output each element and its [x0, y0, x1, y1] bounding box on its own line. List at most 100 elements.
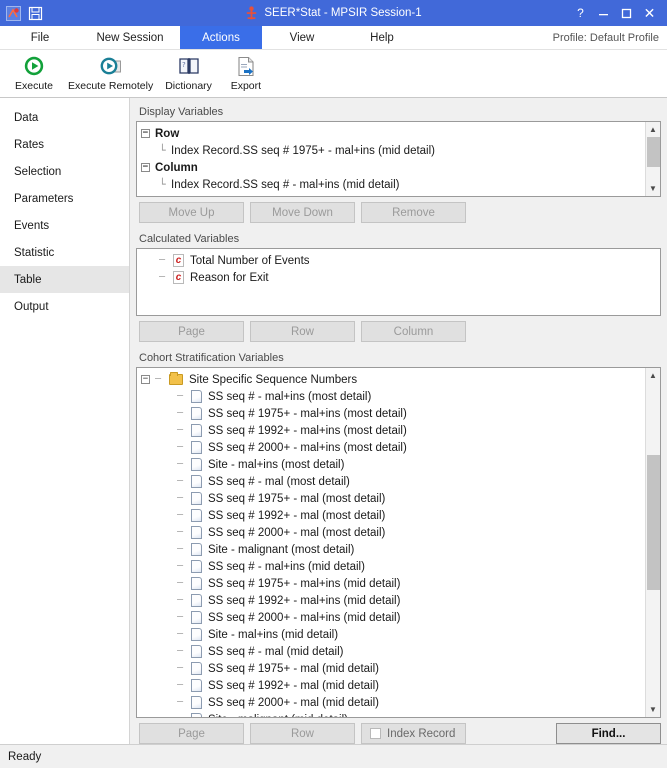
scrollbar-track[interactable] [646, 383, 661, 702]
tree-connector-icon: ─ [177, 561, 191, 572]
cohort-list-item[interactable]: ─SS seq # 2000+ - mal+ins (most detail) [137, 439, 645, 456]
column-button[interactable]: Column [361, 321, 466, 342]
scroll-down-icon[interactable]: ▼ [646, 702, 661, 717]
menu-tab-actions[interactable]: Actions [180, 26, 262, 49]
variable-document-icon [191, 594, 202, 607]
minimize-icon[interactable] [592, 1, 615, 25]
cohort-list-item[interactable]: ─SS seq # 1992+ - mal (mid detail) [137, 677, 645, 694]
seerstat-icon[interactable] [4, 4, 22, 22]
cohort-list-item[interactable]: ─Site - mal+ins (most detail) [137, 456, 645, 473]
save-icon[interactable] [26, 4, 44, 22]
list-item[interactable]: ─ c Reason for Exit [137, 269, 660, 286]
cohort-list-item[interactable]: ─ SS seq # 2000+ - mal (most detail) [137, 524, 645, 541]
cohort-list-item[interactable]: ─SS seq # 1975+ - mal (mid detail) [137, 660, 645, 677]
cohort-list-item[interactable]: ─SS seq # 1975+ - mal+ins (mid detail) [137, 575, 645, 592]
move-up-button[interactable]: Move Up [139, 202, 244, 223]
cohort-list-item[interactable]: ─SS seq # 1975+ - mal (most detail) [137, 490, 645, 507]
menu-tab-file[interactable]: File [0, 26, 80, 49]
cohort-list-item[interactable]: ─Site - malignant (mid detail) [137, 711, 645, 717]
tree-connector-icon: ─ [177, 493, 191, 504]
sidebar-item-table[interactable]: Table [0, 266, 129, 293]
move-down-button[interactable]: Move Down [250, 202, 355, 223]
folder-icon [169, 374, 183, 385]
help-icon[interactable]: ? [569, 1, 592, 25]
tree-leaf-row[interactable]: └ Index Record.SS seq # 1975+ - mal+ins … [137, 142, 645, 159]
cohort-item-label: SS seq # 1975+ - mal (mid detail) [208, 663, 379, 675]
window-title-group: SEER*Stat - MPSIR Session-1 [0, 6, 667, 21]
maximize-icon[interactable] [615, 1, 638, 25]
cohort-list-item[interactable]: ─SS seq # - mal+ins (most detail) [137, 388, 645, 405]
scroll-down-icon[interactable]: ▼ [646, 181, 661, 196]
sidebar-item-rates[interactable]: Rates [0, 131, 129, 158]
variable-document-icon [191, 577, 202, 590]
checkbox-box-icon[interactable] [370, 728, 381, 739]
menu-tab-view[interactable]: View [262, 26, 342, 49]
cohort-list-item[interactable]: ─Site - mal+ins (mid detail) [137, 626, 645, 643]
scrollbar-track[interactable] [646, 137, 661, 181]
cohort-list-item[interactable]: ─SS seq # - mal (most detail) [137, 473, 645, 490]
cohort-list-item[interactable]: ─SS seq # 1992+ - mal+ins (mid detail) [137, 592, 645, 609]
cohort-list-item[interactable]: ─SS seq # 1992+ - mal (most detail) [137, 507, 645, 524]
menu-tab-new-session[interactable]: New Session [80, 26, 180, 49]
tree-connector-icon: ─ [177, 527, 191, 538]
scroll-up-icon[interactable]: ▲ [646, 122, 661, 137]
execute-label: Execute [15, 80, 53, 92]
tree-node-row[interactable]: − Row [137, 125, 645, 142]
remove-button[interactable]: Remove [361, 202, 466, 223]
index-record-checkbox[interactable]: Index Record [361, 723, 466, 744]
page-button[interactable]: Page [139, 321, 244, 342]
tree-connector-icon: ─ [177, 459, 191, 470]
execute-remotely-button[interactable]: Execute Remotely [62, 54, 159, 94]
cohort-page-button[interactable]: Page [139, 723, 244, 744]
tree-node-column[interactable]: − Column [137, 159, 645, 176]
execute-button[interactable]: Execute [6, 54, 62, 94]
list-item[interactable]: ─ c Total Number of Events [137, 252, 660, 269]
cohort-list-item[interactable]: ─SS seq # 1992+ - mal+ins (most detail) [137, 422, 645, 439]
cohort-item-label: Site - malignant (most detail) [208, 544, 354, 556]
sidebar-item-parameters[interactable]: Parameters [0, 185, 129, 212]
sidebar-item-output[interactable]: Output [0, 293, 129, 320]
cohort-stratification-buttons: Page Row Index Record Find... [136, 718, 661, 744]
cohort-list-item[interactable]: ─SS seq # 2000+ - mal (mid detail) [137, 694, 645, 711]
collapse-icon[interactable]: − [141, 375, 150, 384]
scroll-up-icon[interactable]: ▲ [646, 368, 661, 383]
display-variables-listbox[interactable]: − Row └ Index Record.SS seq # 1975+ - ma… [136, 121, 661, 197]
cohort-row-button[interactable]: Row [250, 723, 355, 744]
toolbar: Execute Execute Remotely ? Dictionary [0, 50, 667, 98]
cohort-item-label: SS seq # 1992+ - mal+ins (most detail) [208, 425, 407, 437]
scrollbar-vertical[interactable]: ▲ ▼ [645, 122, 660, 196]
sidebar-item-data[interactable]: Data [0, 104, 129, 131]
cohort-list-item[interactable]: ─Site - malignant (most detail) [137, 541, 645, 558]
sidebar-item-statistic[interactable]: Statistic [0, 239, 129, 266]
scrollbar-thumb[interactable] [647, 137, 660, 167]
collapse-icon[interactable]: − [141, 163, 150, 172]
cohort-list-item[interactable]: ─SS seq # - mal+ins (mid detail) [137, 558, 645, 575]
tree-connector-icon: ─ [177, 612, 191, 623]
calculated-variables-listbox[interactable]: ─ c Total Number of Events ─ c Reason fo… [136, 248, 661, 316]
scrollbar-thumb[interactable] [647, 455, 660, 590]
calculated-variable-label: Total Number of Events [190, 255, 310, 267]
cohort-root-row[interactable]: −─Site Specific Sequence Numbers [137, 371, 645, 388]
status-bar: Ready [0, 744, 667, 768]
sidebar-item-selection[interactable]: Selection [0, 158, 129, 185]
calculated-variable-icon: c [173, 271, 184, 284]
cohort-item-label: SS seq # 2000+ - mal (most detail) [208, 527, 385, 539]
cohort-list-item[interactable]: ─SS seq # 1975+ - mal+ins (most detail) [137, 405, 645, 422]
export-button[interactable]: Export [218, 54, 274, 94]
cohort-stratification-listbox[interactable]: −─Site Specific Sequence Numbers─SS seq … [136, 367, 661, 718]
variable-document-icon [191, 492, 202, 505]
cohort-list-item[interactable]: ─SS seq # - mal (mid detail) [137, 643, 645, 660]
cohort-list-item[interactable]: ─SS seq # 2000+ - mal+ins (mid detail) [137, 609, 645, 626]
cohort-item-label: Site - mal+ins (mid detail) [208, 629, 338, 641]
tree-connector-icon: ─ [155, 374, 169, 385]
dictionary-button[interactable]: ? Dictionary [159, 54, 218, 94]
find-button[interactable]: Find... [556, 723, 661, 744]
sidebar-item-events[interactable]: Events [0, 212, 129, 239]
tree-leaf-label: Index Record.SS seq # - mal+ins (mid det… [171, 179, 400, 191]
menu-tab-help[interactable]: Help [342, 26, 422, 49]
collapse-icon[interactable]: − [141, 129, 150, 138]
row-button[interactable]: Row [250, 321, 355, 342]
scrollbar-vertical[interactable]: ▲ ▼ [645, 368, 660, 717]
tree-leaf-row[interactable]: └ Index Record.SS seq # - mal+ins (mid d… [137, 176, 645, 193]
close-icon[interactable]: ✕ [638, 1, 661, 25]
